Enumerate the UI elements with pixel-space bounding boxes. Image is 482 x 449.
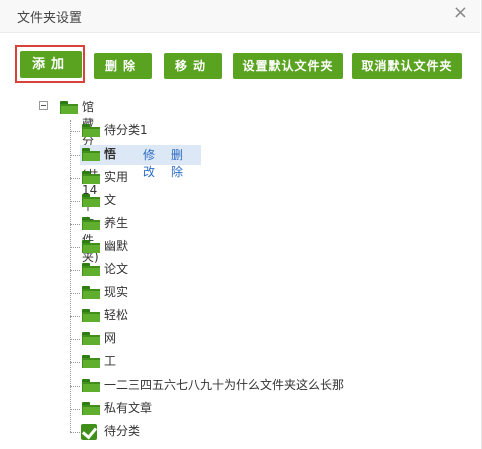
folder-icon — [82, 286, 100, 299]
tree-connector — [70, 155, 80, 156]
tree-item-label[interactable]: 待分类 — [104, 422, 140, 439]
folder-icon — [82, 194, 100, 207]
tree-item-label[interactable]: 轻松 — [104, 306, 128, 323]
tree-item-label[interactable]: 现实 — [104, 283, 128, 300]
folder-icon — [82, 171, 100, 184]
tree-connector — [70, 178, 80, 179]
tree-item-label[interactable]: 养生 — [104, 214, 128, 231]
collapse-toggle-icon[interactable] — [39, 101, 48, 110]
delete-button[interactable]: 删除 — [94, 53, 152, 79]
tree-item-label[interactable]: 幽默 — [104, 237, 128, 254]
move-button[interactable]: 移动 — [164, 53, 222, 79]
tree-item-label[interactable]: 文 — [104, 191, 116, 208]
tree-connector — [70, 339, 80, 340]
tree-connector — [70, 432, 80, 433]
folder-settings-dialog: 文件夹设置 × 添加 删除 移动 设置默认文件夹 取消默认文件夹 馆藏分类(共1… — [0, 0, 482, 449]
tree-connector — [70, 224, 80, 225]
folder-icon — [82, 124, 100, 137]
cancel-default-folder-button[interactable]: 取消默认文件夹 — [352, 53, 462, 79]
tree-connector — [70, 131, 80, 132]
tree-item-label[interactable]: 论文 — [104, 260, 128, 277]
tree-item-label[interactable]: 一二三四五六七八九十为什么文件夹这么长那 — [104, 376, 344, 393]
tree-item-label[interactable]: 网 — [104, 329, 116, 346]
tree-connector — [70, 316, 80, 317]
dialog-titlebar: 文件夹设置 × — [0, 0, 480, 33]
tree-item-label[interactable]: 待分类1 — [104, 121, 148, 138]
tree-item-label[interactable]: 实用 — [104, 168, 128, 185]
folder-icon — [82, 263, 100, 276]
tree-connector — [70, 409, 80, 410]
folder-icon — [82, 217, 100, 230]
folder-icon — [82, 309, 100, 322]
tree-connector — [70, 386, 80, 387]
tree-item-label[interactable]: 私有文章 — [104, 399, 152, 416]
tree-item-label-selected[interactable]: 悟 — [104, 145, 116, 162]
tree-connector — [70, 247, 80, 248]
default-folder-check-icon — [81, 424, 97, 440]
folder-icon — [82, 379, 100, 392]
folder-icon — [82, 148, 100, 161]
add-button[interactable]: 添加 — [20, 51, 82, 78]
tree-item-label[interactable]: 工 — [104, 352, 116, 369]
folder-icon — [82, 240, 100, 253]
folder-icon — [82, 402, 100, 415]
set-default-folder-button[interactable]: 设置默认文件夹 — [233, 53, 343, 79]
folder-icon — [82, 355, 100, 368]
close-icon[interactable]: × — [453, 3, 468, 23]
delete-folder-link[interactable]: 删除 — [171, 146, 183, 180]
dialog-title: 文件夹设置 — [17, 11, 83, 26]
edit-folder-link[interactable]: 修改 — [143, 146, 155, 180]
root-folder-icon — [60, 101, 78, 114]
tree-connector — [70, 362, 80, 363]
tree-connector — [70, 293, 80, 294]
folder-icon — [82, 332, 100, 345]
tree-connector — [70, 201, 80, 202]
tree-connector — [70, 270, 80, 271]
